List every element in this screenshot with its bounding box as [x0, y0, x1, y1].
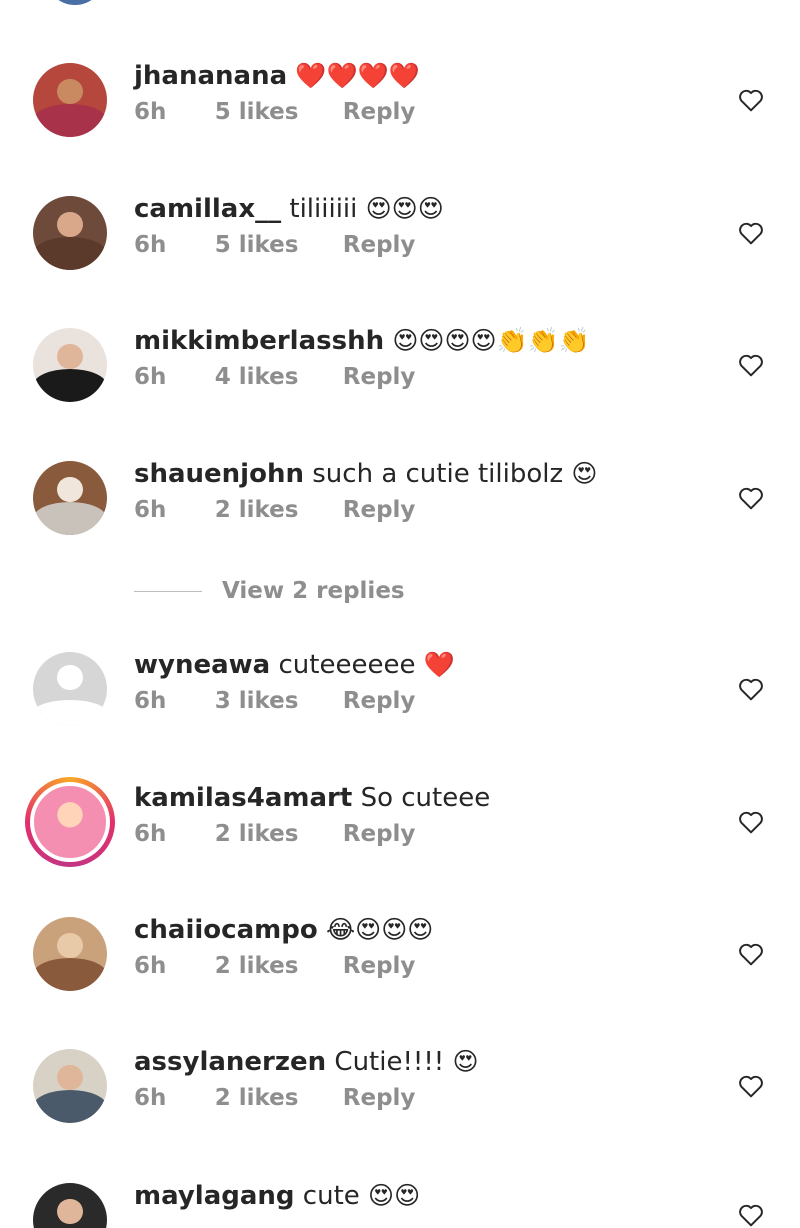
comment-meta: 6h 4 likes Reply — [134, 364, 452, 390]
comment-text-line: maylagang cute 😍😍 — [134, 1183, 420, 1214]
comment-text: such a cutie tilibolz — [312, 459, 564, 489]
comment-likes[interactable]: 4 likes — [215, 364, 299, 390]
reply-button[interactable]: Reply — [343, 232, 416, 258]
comment-username[interactable]: chaiiocampo — [134, 915, 318, 945]
comment-likes[interactable]: 2 likes — [215, 497, 299, 523]
comment-username[interactable]: jhananana — [134, 61, 287, 91]
reply-button[interactable]: Reply — [343, 364, 416, 390]
comment-emoji: ❤️ — [423, 650, 455, 679]
comment-text-line: jhananana ❤️❤️❤️❤️ — [134, 58, 420, 94]
avatar[interactable] — [33, 461, 107, 535]
comment-text-line: mikkimberlasshh 😍😍😍😍👏👏👏 — [134, 323, 590, 359]
avatar[interactable] — [33, 63, 107, 137]
comment-item: shauenjohn such a cutie tilibolz 😍 6h 2 … — [0, 459, 800, 593]
comment-username[interactable]: mikkimberlasshh — [134, 326, 384, 356]
reply-button[interactable]: Reply — [343, 1085, 416, 1111]
avatar[interactable] — [33, 328, 107, 402]
comment-meta: 6h 2 likes Reply — [134, 497, 452, 523]
comment-emoji: 😍 — [452, 1047, 479, 1076]
comment-likes[interactable]: 2 likes — [215, 1085, 299, 1111]
avatar-story-ring[interactable] — [25, 777, 115, 867]
heart-outline-icon[interactable] — [738, 1074, 764, 1098]
comment-emoji: 😍😍😍 — [365, 194, 444, 223]
comment-item: wyneawa cuteeeeee ❤️ 6h 3 likes Reply — [0, 650, 800, 784]
comment-likes[interactable]: 2 likes — [215, 821, 299, 847]
avatar[interactable] — [33, 1049, 107, 1123]
comment-text: cuteeeeee — [278, 650, 416, 680]
view-replies-button[interactable]: View 2 replies — [134, 578, 534, 608]
heart-outline-icon[interactable] — [738, 88, 764, 112]
reply-button[interactable]: Reply — [343, 497, 416, 523]
comment-time: 6h — [134, 688, 167, 714]
comment-time: 6h — [134, 364, 167, 390]
heart-outline-icon[interactable] — [738, 810, 764, 834]
avatar[interactable] — [45, 0, 105, 5]
divider-line — [134, 591, 202, 592]
comment-item: kamilas4amart So cuteee 6h 2 likes Reply — [0, 777, 800, 917]
reply-button[interactable]: Reply — [343, 821, 416, 847]
comment-meta: 6h 2 likes Reply — [134, 1085, 452, 1111]
comment-username[interactable]: wyneawa — [134, 650, 270, 680]
comment-username[interactable]: kamilas4amart — [134, 783, 352, 813]
comment-item: camillax__ tiliiiiii 😍😍😍 6h 5 likes Repl… — [0, 194, 800, 328]
comment-likes[interactable]: 2 likes — [215, 953, 299, 979]
reply-button[interactable]: Reply — [343, 99, 416, 125]
comment-username[interactable]: maylagang — [134, 1183, 295, 1211]
comment-time: 6h — [134, 821, 167, 847]
comment-emoji: 😍😍 — [368, 1183, 421, 1210]
comment-likes[interactable]: 5 likes — [215, 99, 299, 125]
reply-button[interactable]: Reply — [343, 953, 416, 979]
comment-time: 6h — [134, 99, 167, 125]
comment-text-line: chaiiocampo 😂😍😍😍 — [134, 912, 433, 948]
comment-text-line: assylanerzen Cutie!!!! 😍 — [134, 1044, 479, 1080]
comment-meta: 6h 5 likes Reply — [134, 232, 452, 258]
comment-username[interactable]: camillax__ — [134, 194, 281, 224]
heart-outline-icon[interactable] — [738, 677, 764, 701]
avatar[interactable] — [33, 917, 107, 991]
comment-item: maylagang cute 😍😍 — [0, 1183, 800, 1228]
comment-time: 6h — [134, 497, 167, 523]
heart-outline-icon[interactable] — [738, 353, 764, 377]
comment-emoji: 😍😍😍😍👏👏👏 — [392, 326, 590, 355]
comment-likes[interactable]: 5 likes — [215, 232, 299, 258]
comment-time: 6h — [134, 232, 167, 258]
comment-item: chaiiocampo 😂😍😍😍 6h 2 likes Reply — [0, 915, 800, 1049]
avatar[interactable] — [33, 652, 107, 726]
comment-text: So cuteee — [360, 783, 491, 813]
comment-text-line: camillax__ tiliiiiii 😍😍😍 — [134, 191, 444, 227]
avatar[interactable] — [33, 1183, 107, 1228]
comment-time: 6h — [134, 953, 167, 979]
comment-username[interactable]: shauenjohn — [134, 459, 304, 489]
avatar[interactable] — [33, 196, 107, 270]
comment-item: assylanerzen Cutie!!!! 😍 6h 2 likes Repl… — [0, 1047, 800, 1181]
comment-text: cute — [302, 1183, 360, 1211]
comment-emoji: 😂😍😍😍 — [325, 915, 434, 944]
comment-meta: 6h 3 likes Reply — [134, 688, 452, 714]
comment-item: jhananana ❤️❤️❤️❤️ 6h 5 likes Reply — [0, 61, 800, 195]
comment-item: mikkimberlasshh 😍😍😍😍👏👏👏 6h 4 likes Reply — [0, 326, 800, 460]
heart-outline-icon[interactable] — [738, 221, 764, 245]
comment-time: 6h — [134, 1085, 167, 1111]
view-replies-label: View 2 replies — [222, 578, 405, 604]
comment-text-line: shauenjohn such a cutie tilibolz 😍 — [134, 456, 597, 492]
comment-text: tiliiiiii — [289, 194, 358, 224]
avatar — [30, 782, 110, 862]
comment-username[interactable]: assylanerzen — [134, 1047, 326, 1077]
comment-text-line: kamilas4amart So cuteee — [134, 780, 490, 816]
comment-text: Cutie!!!! — [334, 1047, 445, 1077]
heart-outline-icon[interactable] — [738, 942, 764, 966]
comment-text-line: wyneawa cuteeeeee ❤️ — [134, 647, 455, 683]
comment-emoji: ❤️❤️❤️❤️ — [295, 61, 420, 90]
comment-likes[interactable]: 3 likes — [215, 688, 299, 714]
comment-meta: 6h 2 likes Reply — [134, 821, 452, 847]
heart-outline-icon[interactable] — [738, 486, 764, 510]
comment-meta: 6h 2 likes Reply — [134, 953, 452, 979]
reply-button[interactable]: Reply — [343, 688, 416, 714]
comment-meta: 6h 5 likes Reply — [134, 99, 452, 125]
comment-emoji: 😍 — [571, 459, 598, 488]
heart-outline-icon[interactable] — [738, 1203, 764, 1227]
